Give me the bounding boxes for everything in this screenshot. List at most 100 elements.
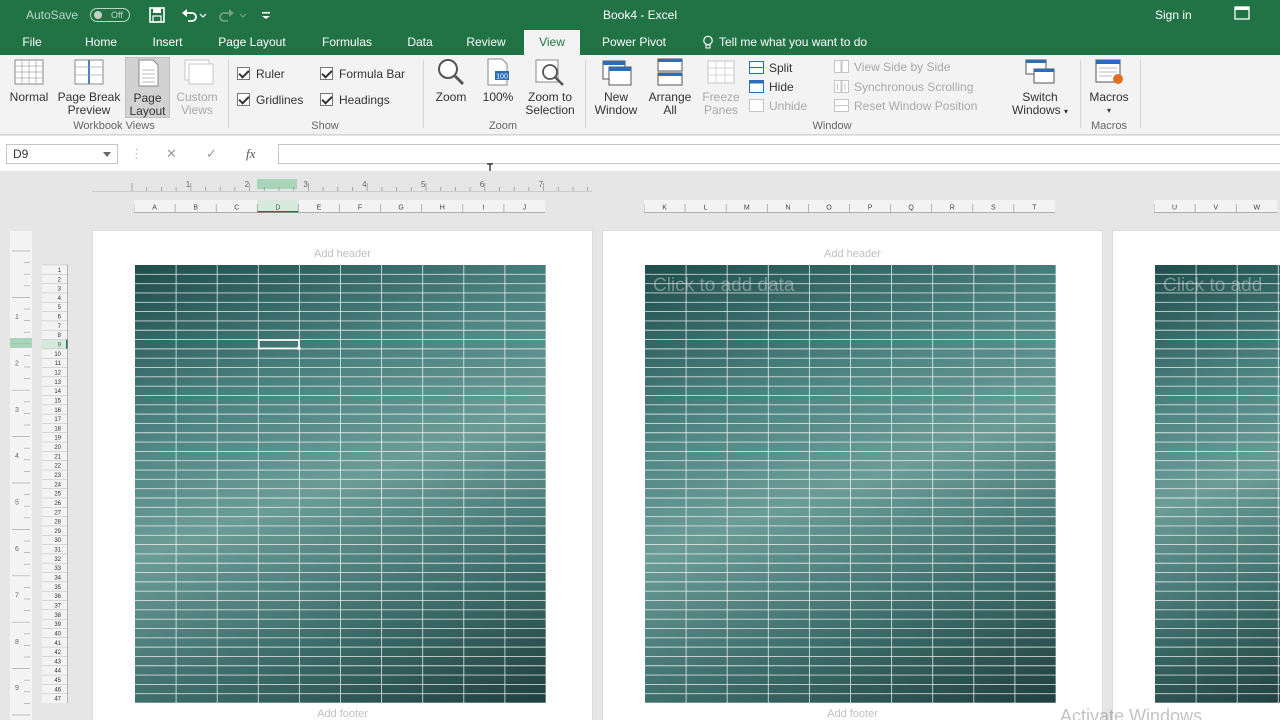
page-layout-view-button[interactable]: Page Layout [125, 57, 170, 118]
insert-function-icon[interactable]: fx [246, 144, 255, 164]
add-header-placeholder[interactable]: Add header [603, 248, 1102, 260]
macros-button[interactable]: Macros ▾ [1085, 57, 1133, 117]
tab-page-layout[interactable]: Page Layout [206, 30, 298, 55]
zoom-group-label: Zoom [488, 120, 518, 132]
freeze-panes-button[interactable]: Freeze Panes [698, 57, 744, 117]
formula-bar-checkbox[interactable]: Formula Bar [320, 66, 405, 82]
ruler-number: 2 [15, 360, 19, 367]
column-header-label: A [152, 205, 157, 212]
add-footer-placeholder[interactable]: Add footer [93, 708, 592, 720]
formula-input[interactable] [278, 144, 1280, 164]
custom-views-button[interactable]: Custom Views [172, 57, 222, 117]
column-header-label: Q [908, 205, 914, 212]
ruler-number: 1 [186, 180, 191, 189]
page-3: Click to add [1112, 230, 1280, 720]
tab-file[interactable]: File [12, 30, 52, 55]
tab-home[interactable]: Home [72, 30, 130, 55]
cell-grid[interactable]: Click to add [1155, 265, 1280, 703]
horizontal-ruler: 1 2 3 4 5 6 7 [92, 179, 592, 192]
tab-formulas[interactable]: Formulas [308, 30, 386, 55]
split-button[interactable]: Split [749, 60, 792, 76]
tell-me-search[interactable]: Tell me what you want to do [702, 30, 867, 55]
column-header-label: P [868, 205, 873, 212]
cancel-entry-icon[interactable]: ✕ [166, 144, 177, 164]
cell-grid[interactable] [135, 265, 546, 703]
zoom-100-button[interactable]: 100 100% [478, 57, 518, 104]
view-side-by-side-button[interactable]: View Side by Side [834, 59, 951, 75]
column-headers[interactable]: A B C D E F G H I J [134, 200, 545, 213]
column-header-label: F [358, 205, 362, 212]
hide-button[interactable]: Hide [749, 79, 794, 95]
row-header-cell[interactable] [42, 274, 68, 284]
row-header-cell[interactable] [42, 330, 68, 340]
row-header-cell[interactable] [42, 292, 68, 303]
add-header-placeholder[interactable]: Add header [93, 248, 592, 260]
column-header-label: W [1253, 205, 1260, 212]
reset-position-icon [834, 99, 849, 112]
page-2: Add header Click to add data Add footer [602, 230, 1103, 720]
normal-view-button[interactable]: Normal [5, 57, 53, 104]
column-header-label: T [1032, 205, 1037, 212]
active-cell[interactable] [258, 339, 300, 350]
formula-bar-grip-icon: ⋮ [130, 146, 143, 161]
tell-me-text: Tell me what you want to do [719, 35, 868, 49]
ruler-checkbox[interactable]: Ruler [237, 66, 285, 82]
zoom-button[interactable]: Zoom [430, 57, 472, 104]
row-header-cell[interactable] [42, 311, 68, 321]
row-header-cell[interactable] [42, 302, 68, 312]
workbook-views-group-label: Workbook Views [73, 120, 155, 132]
click-to-add-data[interactable]: Click to add [1163, 275, 1262, 297]
headings-label: Headings [339, 93, 390, 107]
sign-in-link[interactable]: Sign in [1155, 0, 1192, 30]
fill-handle[interactable] [297, 346, 301, 350]
confirm-entry-icon[interactable]: ✓ [206, 144, 217, 164]
checkbox-checked-icon [237, 67, 250, 80]
name-box[interactable]: D9 [6, 144, 118, 164]
headings-checkbox[interactable]: Headings [320, 92, 390, 108]
switch-windows-label-2: Windows ▾ [1011, 103, 1069, 117]
zoom-100-label: 100% [482, 90, 514, 104]
click-to-add-data[interactable]: Click to add data [653, 275, 795, 297]
row-header-label: 37 [54, 604, 61, 610]
hide-label: Hide [769, 80, 794, 94]
add-footer-placeholder[interactable]: Add footer [603, 708, 1102, 720]
column-header-label: L [704, 205, 708, 212]
ruler-number: 6 [480, 180, 485, 189]
unhide-button[interactable]: Unhide [749, 98, 807, 114]
row-header-cell[interactable] [42, 283, 68, 293]
column-headers[interactable]: U V W [1154, 200, 1280, 213]
column-headers[interactable]: K L M N O P Q R S T [644, 200, 1055, 213]
ruler-number: 9 [15, 685, 19, 692]
gridlines-checkbox[interactable]: Gridlines [237, 92, 303, 108]
normal-view-label: Normal [9, 90, 49, 104]
tab-review[interactable]: Review [455, 30, 517, 55]
row-header-label: 41 [54, 641, 61, 647]
column-header-label: S [991, 205, 996, 212]
reset-window-position-button[interactable]: Reset Window Position [834, 98, 977, 114]
ribbon-display-options-icon[interactable] [1234, 6, 1250, 20]
tab-insert[interactable]: Insert [140, 30, 195, 55]
arrange-all-button[interactable]: Arrange All [644, 57, 696, 117]
switch-windows-button[interactable]: Switch Windows ▾ [1005, 57, 1075, 118]
sync-scroll-icon [834, 80, 849, 93]
row-header-label: 23 [54, 473, 61, 479]
cell-grid[interactable]: Click to add data [645, 265, 1056, 703]
new-window-button[interactable]: New Window [590, 57, 642, 117]
row-header-cell[interactable] [42, 320, 68, 331]
row-header-cell[interactable] [42, 264, 68, 275]
synchronous-scrolling-button[interactable]: Synchronous Scrolling [834, 79, 973, 95]
group-separator [1140, 60, 1141, 128]
row-header-label: 22 [54, 464, 61, 470]
tab-view[interactable]: View [524, 30, 580, 55]
row-headers[interactable]: 1234567891011121314151617181920212223242… [42, 264, 68, 704]
worksheet-area[interactable]: 1234567 ABCDEFGHIJ KLMNOPQRST UVW 123456… [0, 171, 1280, 720]
zoom-to-selection-button[interactable]: Zoom to Selection [520, 57, 580, 117]
tab-power-pivot[interactable]: Power Pivot [588, 30, 680, 55]
page-break-preview-button[interactable]: Page Break Preview [55, 57, 123, 117]
zoom-to-selection-label-2: Selection [525, 103, 575, 117]
tab-data[interactable]: Data [396, 30, 444, 55]
arrange-all-icon [657, 58, 683, 86]
ruler-number: 7 [15, 592, 19, 599]
page-break-preview-icon [74, 59, 104, 85]
row-header-cell[interactable] [42, 339, 68, 349]
